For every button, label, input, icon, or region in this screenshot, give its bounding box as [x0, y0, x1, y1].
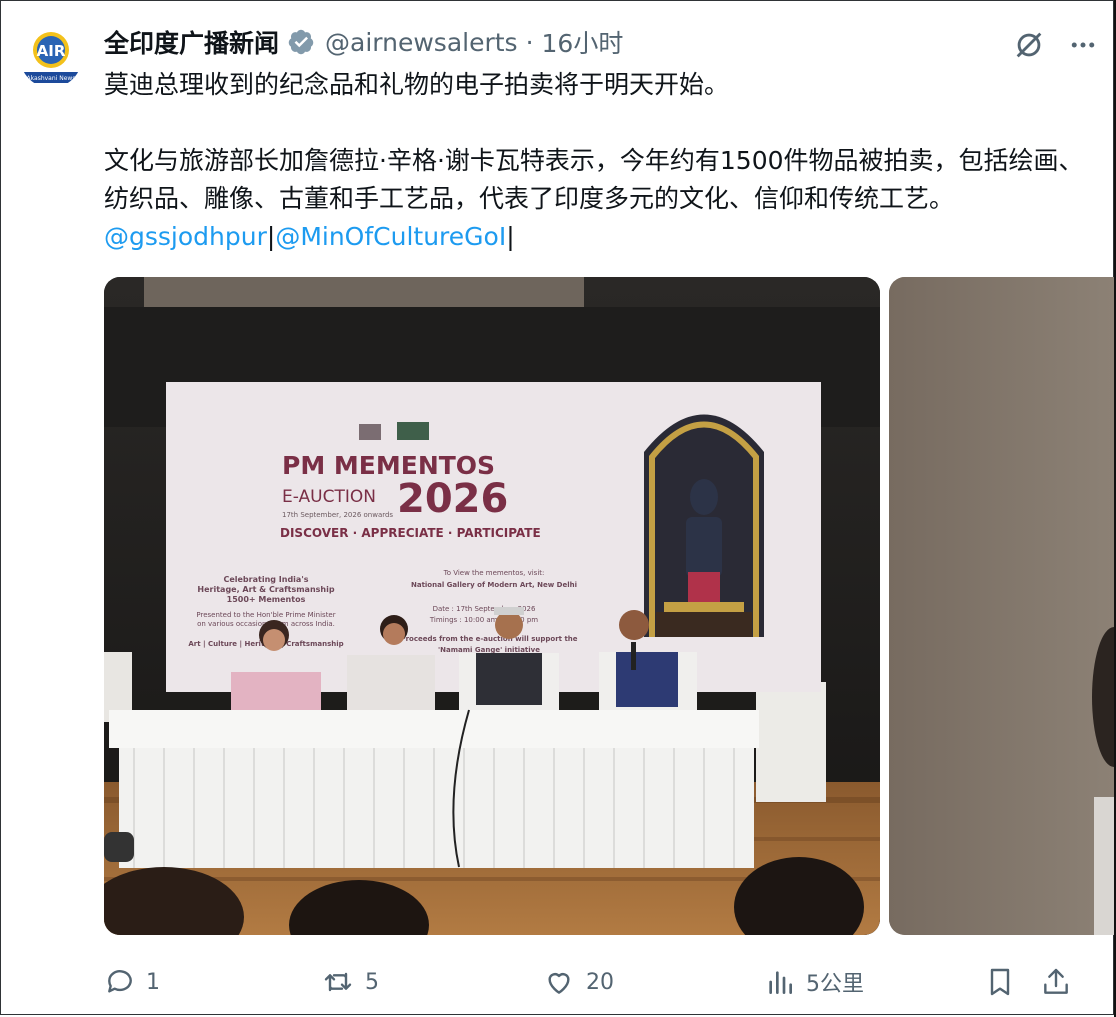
- reply-count: 1: [146, 969, 160, 995]
- svg-text:To View the mementos, visit:: To View the mementos, visit:: [443, 569, 545, 577]
- grok-icon[interactable]: [1012, 28, 1046, 62]
- reply-action[interactable]: 1: [104, 958, 160, 1006]
- tweet-image-1[interactable]: PM MEMENTOS E-AUCTION 2026 17th Septembe…: [104, 277, 880, 935]
- svg-text:'Namami Gange' initiative: 'Namami Gange' initiative: [438, 646, 540, 654]
- svg-text:Presented to the Hon'ble Prime: Presented to the Hon'ble Prime Minister: [196, 611, 335, 619]
- share-action[interactable]: [1040, 958, 1072, 1006]
- tweet-header: 全印度广播新闻 @airnewsalerts · 16小时: [104, 22, 623, 62]
- mention-minofculturegoi[interactable]: @MinOfCultureGoI: [275, 222, 506, 251]
- like-action[interactable]: 20: [542, 958, 614, 1006]
- svg-text:Akashvani News: Akashvani News: [27, 75, 76, 82]
- like-count: 20: [586, 969, 614, 995]
- tweet-body: 文化与旅游部长加詹德拉·辛格·谢卡瓦特表示，今年约有1500件物品被拍卖，包括绘…: [104, 146, 1084, 213]
- svg-text:E-AUCTION: E-AUCTION: [282, 487, 376, 507]
- views-action[interactable]: 5公里: [764, 958, 864, 1006]
- repost-icon: [324, 972, 352, 992]
- svg-text:17th September, 2026 onwards: 17th September, 2026 onwards: [282, 511, 393, 519]
- svg-text:DISCOVER · APPRECIATE · PARTIC: DISCOVER · APPRECIATE · PARTICIPATE: [280, 526, 541, 540]
- deity-statue: [644, 414, 764, 637]
- top-right-actions: [1012, 28, 1098, 62]
- svg-text:1500+ Mementos: 1500+ Mementos: [227, 595, 306, 604]
- air-logo-icon: AIR Akashvani News: [20, 26, 82, 88]
- verified-badge-icon: [288, 29, 314, 55]
- share-icon: [1044, 968, 1068, 994]
- mention-gssjodhpur[interactable]: @gssjodhpur: [104, 222, 267, 251]
- views-icon: [769, 971, 792, 994]
- tweet-image-2[interactable]: [889, 277, 1114, 935]
- tweet-actions: 1 5 20 5公里: [104, 958, 1084, 1006]
- like-icon: [548, 973, 570, 994]
- repost-action[interactable]: 5: [321, 958, 379, 1006]
- bookmark-action[interactable]: [984, 958, 1016, 1006]
- display-name[interactable]: 全印度广播新闻: [104, 24, 279, 60]
- reply-icon: [108, 970, 132, 993]
- bookmark-icon: [990, 968, 1010, 996]
- tweet-text: 莫迪总理收到的纪念品和礼物的电子拍卖将于明天开始。 文化与旅游部长加詹德拉·辛格…: [104, 66, 1084, 256]
- press-conference-photo: PM MEMENTOS E-AUCTION 2026 17th Septembe…: [104, 277, 880, 935]
- handle[interactable]: @airnewsalerts: [325, 28, 518, 57]
- mention-separator-2: |: [506, 222, 515, 251]
- svg-text:2026: 2026: [397, 476, 508, 522]
- more-icon[interactable]: [1068, 30, 1098, 60]
- separator-dot: ·: [525, 27, 534, 57]
- svg-text:National Gallery of Modern Art: National Gallery of Modern Art, New Delh…: [411, 581, 577, 589]
- avatar[interactable]: AIR Akashvani News: [20, 26, 82, 88]
- svg-text:Heritage, Art & Craftsmanship: Heritage, Art & Craftsmanship: [197, 585, 334, 594]
- svg-text:Proceeds from the e-auction wi: Proceeds from the e-auction will support…: [400, 635, 577, 643]
- svg-text:Celebrating India's: Celebrating India's: [223, 575, 308, 584]
- repost-count: 5: [365, 969, 379, 995]
- svg-text:AIR: AIR: [37, 42, 66, 60]
- timestamp[interactable]: 16小时: [542, 24, 624, 60]
- second-photo-preview: [889, 277, 1114, 935]
- tweet-line-1: 莫迪总理收到的纪念品和礼物的电子拍卖将于明天开始。: [104, 70, 730, 99]
- views-count: 5公里: [806, 972, 864, 997]
